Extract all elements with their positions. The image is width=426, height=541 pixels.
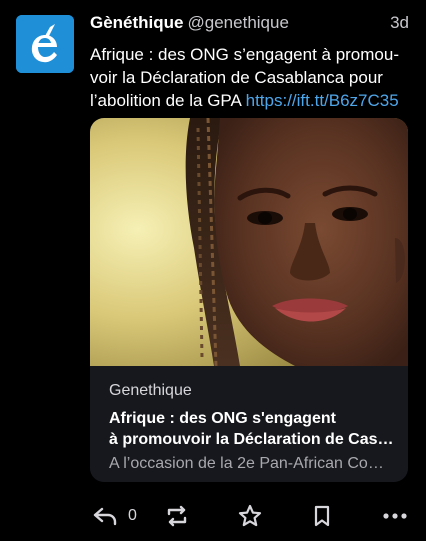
card-image[interactable]: [90, 118, 408, 366]
user-handle[interactable]: @genethique: [188, 13, 289, 32]
card-description: A l’occasion de la 2e Pan-African Co…: [109, 455, 384, 472]
tweet-header: Gènéthique @genethique: [90, 12, 410, 36]
tweet-text-line: Afrique : des ONG s’engagent à promou-: [90, 45, 399, 64]
card-title-line: Afrique : des ONG s'engagent: [109, 410, 336, 427]
reply-count: 0: [128, 507, 137, 524]
link-card[interactable]: Genethique Afrique : des ONG s'engagent …: [90, 118, 408, 482]
tweet-text: Afrique : des ONG s’engagent à promou- v…: [90, 43, 410, 112]
more-icon: [383, 513, 407, 519]
card-title: Afrique : des ONG s'engagent à promouvoi…: [109, 408, 394, 450]
display-name[interactable]: Gènéthique: [90, 13, 184, 32]
tweet[interactable]: Gènéthique @genethique 3d Afrique : des O…: [0, 0, 426, 541]
card-title-line: à promouvoir la Déclaration de Casa…: [109, 431, 394, 448]
tweet-text-line: l’abolition de la GPA https://ift.tt/B6z…: [90, 89, 410, 112]
tweet-link[interactable]: https://ift.tt/B6z7C35: [246, 91, 399, 110]
star-icon: [238, 504, 262, 527]
timestamp[interactable]: 3d: [390, 12, 409, 34]
more-button[interactable]: [381, 500, 409, 532]
retweet-button[interactable]: [164, 500, 190, 532]
retweet-icon: [167, 505, 187, 527]
action-bar: 0: [0, 500, 426, 532]
bookmark-icon: [314, 505, 330, 527]
avatar[interactable]: [16, 15, 74, 73]
bookmark-button[interactable]: [309, 500, 335, 532]
tweet-text-fragment: l’abolition de la GPA: [90, 91, 246, 110]
tweet-text-line: voir la Déclaration de Casablanca pour: [90, 68, 383, 87]
reply-icon: [93, 507, 117, 526]
favorite-button[interactable]: [237, 500, 263, 532]
card-domain: Genethique: [109, 382, 192, 399]
genethique-logo-icon: [16, 15, 74, 73]
card-body[interactable]: Genethique Afrique : des ONG s'engagent …: [90, 366, 408, 482]
reply-button[interactable]: 0: [92, 500, 137, 532]
